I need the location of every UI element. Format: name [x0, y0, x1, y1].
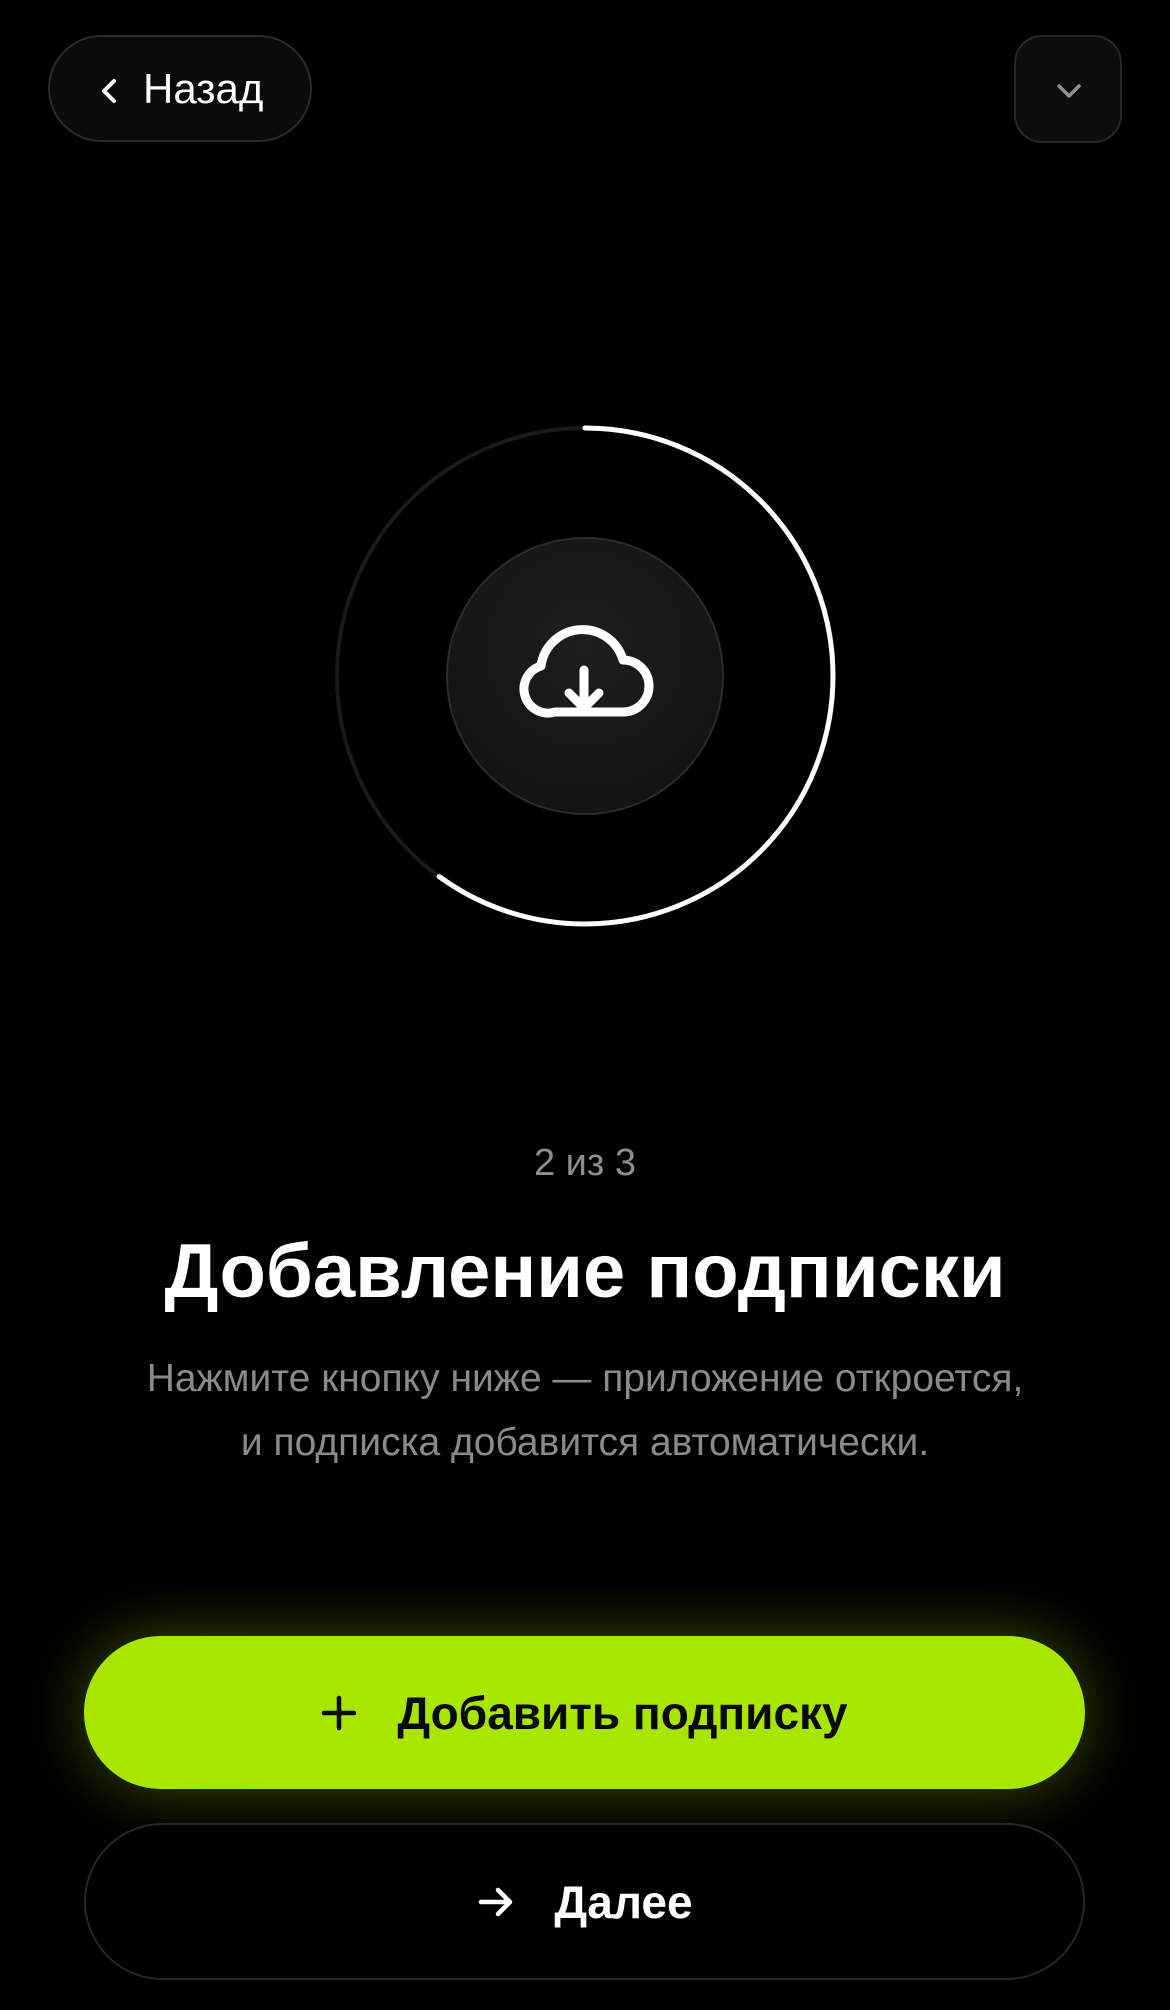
page-title: Добавление подписки: [164, 1229, 1006, 1314]
description-line: и подписка добавится автоматически.: [240, 1421, 930, 1464]
arrow-right-icon: [479, 1887, 513, 1916]
icon-disc: [446, 537, 724, 815]
step-counter: 2 из 3: [533, 1142, 637, 1184]
back-button-label: Назад: [143, 65, 264, 112]
add-subscription-label: Добавить подписку: [397, 1686, 848, 1739]
collapse-button[interactable]: [1014, 35, 1122, 143]
next-button-label: Далее: [554, 1875, 693, 1928]
plus-icon: [322, 1695, 357, 1730]
chevron-left-icon: [102, 79, 116, 103]
chevron-down-icon: [1057, 84, 1081, 98]
next-button[interactable]: Далее: [84, 1823, 1085, 1980]
description: Нажмите кнопку ниже — приложение откроет…: [60, 1347, 1110, 1475]
add-subscription-button[interactable]: Добавить подписку: [84, 1636, 1085, 1789]
description-line: Нажмите кнопку ниже — приложение откроет…: [146, 1357, 1024, 1400]
back-button[interactable]: Назад: [48, 35, 312, 142]
cloud-download-icon: [519, 625, 654, 718]
